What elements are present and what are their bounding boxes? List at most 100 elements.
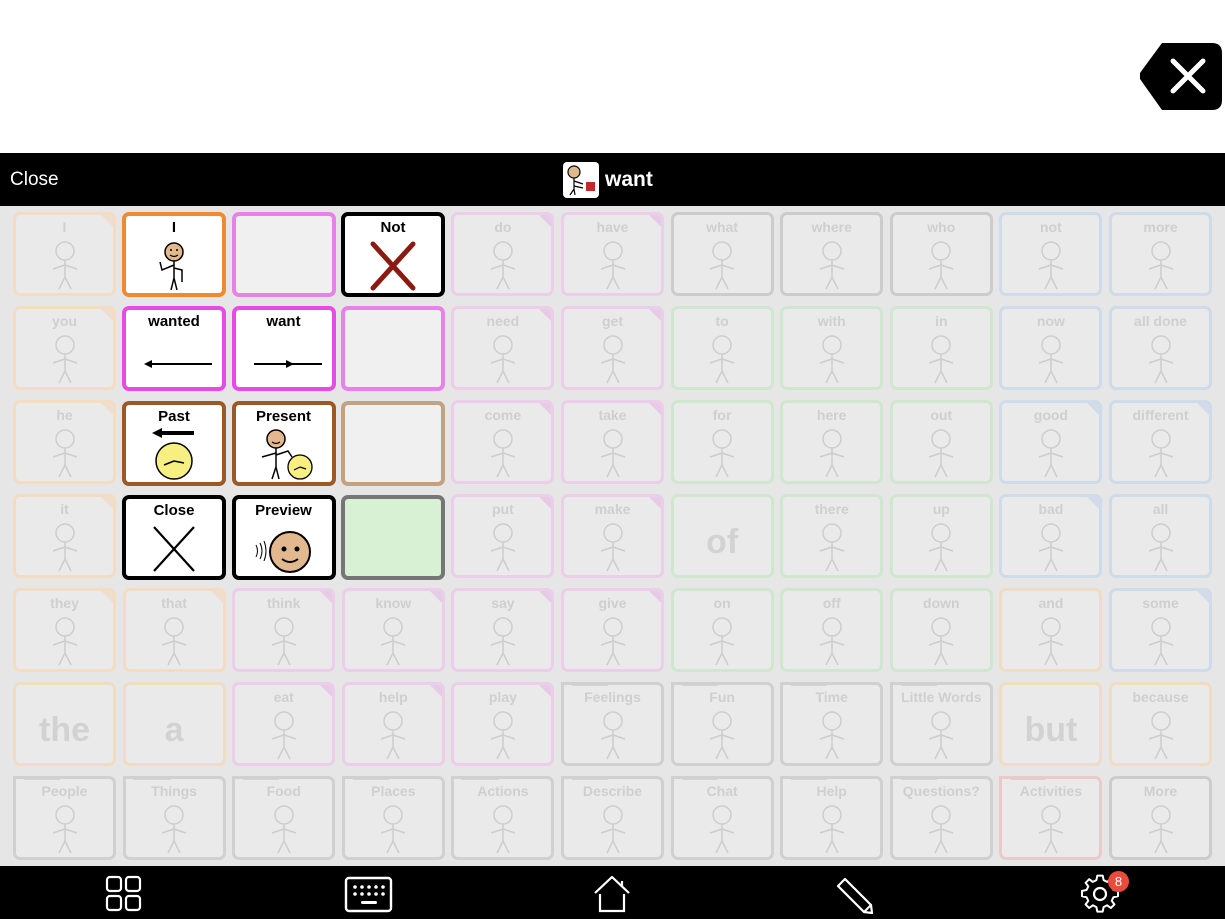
board-cell[interactable]: give [561, 588, 664, 672]
board-cell[interactable]: for [670, 400, 774, 484]
popup-cell-empty[interactable] [341, 400, 445, 486]
board-cell[interactable]: off [780, 588, 884, 672]
board-cell[interactable]: Questions? [889, 776, 993, 860]
board-cell[interactable]: People [13, 776, 116, 860]
board-cell[interactable]: take [561, 400, 664, 484]
popup-cell-i[interactable]: I [122, 212, 226, 297]
board-cell[interactable]: eat [232, 682, 336, 766]
popup-cell-preview[interactable]: Preview [231, 494, 336, 580]
board-cell[interactable]: need [451, 306, 555, 390]
board-cell[interactable]: but [999, 682, 1103, 766]
cell-label: to [715, 313, 729, 329]
board-cell[interactable]: that [122, 588, 226, 672]
board-cell[interactable]: Activities [999, 776, 1103, 860]
popup-cell-empty[interactable] [231, 212, 336, 297]
popup-cell-not[interactable]: Not [341, 212, 445, 297]
board-cell[interactable]: out [889, 400, 993, 484]
board-cell[interactable]: bad [999, 494, 1103, 578]
board-cell[interactable]: in [889, 306, 993, 390]
cell-label: not [1040, 219, 1062, 235]
board-cell[interactable]: he [13, 400, 116, 484]
board-cell[interactable]: the [13, 682, 116, 766]
symbol-icon [35, 425, 95, 479]
board-cell[interactable]: think [232, 588, 336, 672]
popup-cell-empty[interactable] [341, 306, 445, 392]
board-cell[interactable]: Fun [670, 682, 774, 766]
board-cell[interactable]: who [889, 212, 993, 296]
cell-label: it [60, 501, 69, 517]
board-cell[interactable]: have [561, 212, 664, 296]
board-cell[interactable]: all [1109, 494, 1212, 578]
board-cell[interactable]: Food [232, 776, 336, 860]
cell-label: because [1132, 689, 1189, 705]
cell-label: here [816, 407, 847, 423]
board-cell[interactable]: you [13, 306, 116, 390]
board-cell[interactable]: to [670, 306, 774, 390]
board-cell[interactable]: they [13, 588, 116, 672]
symbol-icon [692, 237, 752, 291]
pencil-icon[interactable] [834, 874, 874, 914]
board-cell[interactable]: Places [341, 776, 445, 860]
symbol-icon [1131, 331, 1191, 385]
board-cell[interactable]: because [1109, 682, 1212, 766]
close-link[interactable]: Close [10, 169, 59, 191]
board-cell[interactable]: More [1109, 776, 1212, 860]
symbol-icon [583, 519, 643, 573]
board-cell[interactable]: of [670, 494, 774, 578]
board-cell[interactable]: not [999, 212, 1103, 296]
board-cell[interactable]: different [1109, 400, 1212, 484]
grid-icon[interactable] [104, 874, 144, 914]
board-cell[interactable]: some [1109, 588, 1212, 672]
board-cell[interactable]: good [999, 400, 1103, 484]
message-area[interactable] [0, 0, 1225, 153]
keyboard-icon[interactable] [344, 874, 394, 914]
board-cell[interactable]: with [780, 306, 884, 390]
board-cell[interactable]: Actions [451, 776, 555, 860]
backspace-clear-icon[interactable] [1140, 43, 1222, 110]
board-cell[interactable]: Help [780, 776, 884, 860]
popup-cell-want[interactable]: want [231, 306, 336, 392]
board-cell[interactable]: say [451, 588, 555, 672]
board-cell[interactable]: do [451, 212, 555, 296]
board-cell[interactable]: play [451, 682, 555, 766]
board-cell[interactable]: get [561, 306, 664, 390]
board-cell[interactable]: and [999, 588, 1103, 672]
board-cell[interactable]: Feelings [561, 682, 664, 766]
board-cell[interactable]: make [561, 494, 664, 578]
popup-cell-wanted[interactable]: wanted [122, 306, 226, 392]
board-cell[interactable]: come [451, 400, 555, 484]
popup-cell-past[interactable]: Past [122, 400, 226, 486]
board-cell[interactable]: on [670, 588, 774, 672]
board-cell[interactable]: it [13, 494, 116, 578]
board-cell[interactable]: here [780, 400, 884, 484]
board-cell[interactable]: put [451, 494, 555, 578]
popup-cell-empty[interactable] [341, 494, 445, 580]
symbol-icon [1021, 237, 1081, 291]
popup-cell-present[interactable]: Present [231, 400, 336, 486]
board-cell[interactable]: all done [1109, 306, 1212, 390]
board-cell[interactable]: there [780, 494, 884, 578]
cell-big-word: a [164, 711, 184, 749]
board-cell[interactable]: where [780, 212, 884, 296]
cell-big-word: but [1024, 711, 1078, 749]
board-cell[interactable]: more [1109, 212, 1212, 296]
present-person-clock-icon [252, 427, 316, 481]
board-cell[interactable]: up [889, 494, 993, 578]
board-cell[interactable]: know [341, 588, 445, 672]
popup-cell-label: Past [158, 407, 190, 425]
popup-cell-close[interactable]: Close [122, 494, 226, 580]
board-cell[interactable]: Chat [670, 776, 774, 860]
board-cell[interactable]: what [670, 212, 774, 296]
board-cell[interactable]: Describe [561, 776, 664, 860]
board-cell[interactable]: now [999, 306, 1103, 390]
board-cell[interactable]: help [341, 682, 445, 766]
board-cell[interactable]: a [122, 682, 226, 766]
board-cell[interactable]: Things [122, 776, 226, 860]
board-cell[interactable]: down [889, 588, 993, 672]
symbol-icon [1021, 425, 1081, 479]
title-text: want [605, 168, 653, 191]
board-cell[interactable]: Little Words [889, 682, 993, 766]
board-cell[interactable]: I [13, 212, 116, 296]
board-cell[interactable]: Time [780, 682, 884, 766]
home-icon[interactable] [592, 874, 632, 914]
